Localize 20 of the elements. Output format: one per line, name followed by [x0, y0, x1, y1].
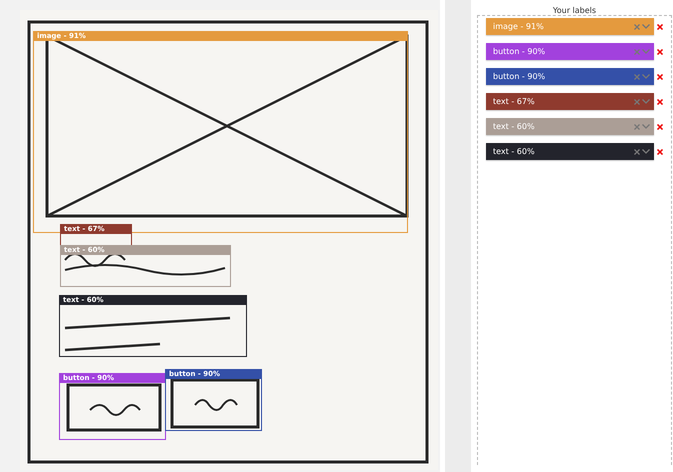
chevron-down-icon[interactable]	[642, 99, 650, 104]
chevron-down-icon[interactable]	[642, 124, 650, 129]
chevron-down-icon[interactable]	[642, 74, 650, 79]
delete-icon[interactable]	[657, 48, 663, 54]
clear-icon[interactable]	[634, 74, 640, 80]
delete-icon[interactable]	[657, 24, 663, 30]
clear-icon[interactable]	[634, 148, 640, 154]
panel-title: Your labels	[552, 6, 598, 15]
chevron-down-icon[interactable]	[642, 24, 650, 29]
clear-icon[interactable]	[634, 24, 640, 30]
delete-icon[interactable]	[657, 74, 663, 80]
delete-icon[interactable]	[657, 148, 663, 154]
delete-icon[interactable]	[657, 124, 663, 130]
label-dropdown[interactable]: button - 90%	[486, 68, 654, 85]
delete-icon[interactable]	[657, 98, 663, 104]
clear-icon[interactable]	[634, 124, 640, 130]
chevron-down-icon[interactable]	[642, 149, 650, 154]
clear-icon[interactable]	[634, 98, 640, 104]
label-dropdown[interactable]: text - 60%	[486, 143, 654, 160]
label-dropdown[interactable]: text - 67%	[486, 93, 654, 110]
